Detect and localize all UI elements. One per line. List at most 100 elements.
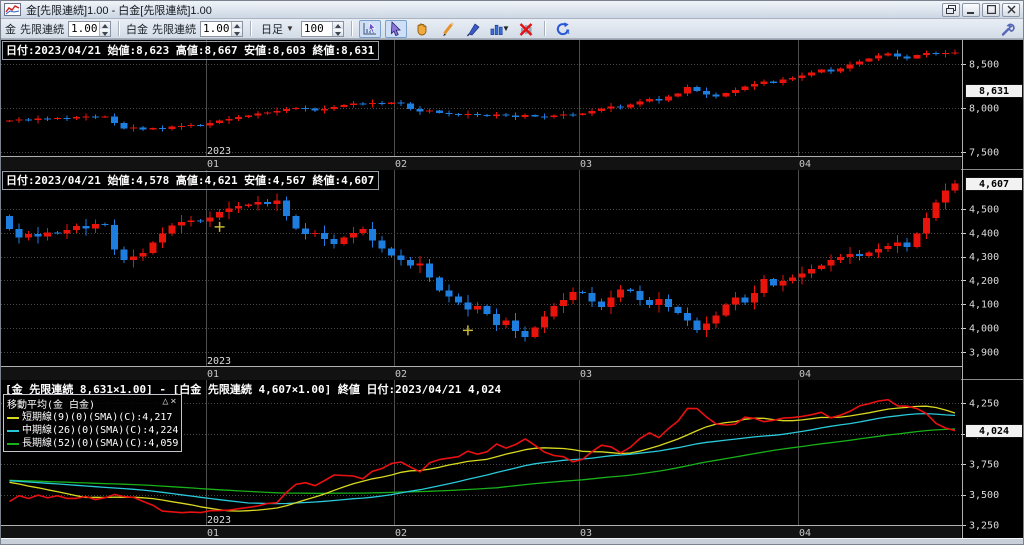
y-axis-tick-label: 8,500 [969,60,999,71]
stepper-up-icon[interactable] [333,22,343,29]
pencil-icon [440,21,456,37]
maximize-button[interactable] [982,3,1000,17]
hand-icon [414,21,430,37]
timeframe-label: 日足 [261,21,283,37]
minimize-button[interactable] [962,3,980,17]
month-label: 02 [395,159,407,170]
gold-last-price-badge: 8,631 [965,84,1023,98]
spread-last-value-badge: 4,024 [965,424,1023,438]
cascade-window-button[interactable] [942,3,960,17]
candles-group [6,49,958,131]
month-label: 02 [395,369,407,380]
cursor-arrow-icon [388,21,404,37]
stepper-up-icon[interactable] [232,22,242,29]
window-title: 金[先限連続]1.00 - 白金[先限連続]1.00 [26,2,942,18]
toolbar: 金 先限連続 白金 先限連続 日足 ▼ [1,19,1023,39]
y-axis-tick-label: 4,300 [969,252,999,263]
reload-chart-button[interactable]: R [552,20,574,38]
hand-pan-tool-button[interactable] [411,20,433,38]
chart-app-icon [4,3,22,16]
y-axis-tick-label: 4,500 [969,205,999,216]
y-axis-tick-label: 4,400 [969,228,999,239]
legend-close-icon[interactable]: × [170,396,178,407]
y-axis-tick-label: 3,750 [969,460,999,471]
mid-ma-color-swatch [7,430,19,432]
y-axis-tick-label: 3,500 [969,490,999,501]
app-window: 金[先限連続]1.00 - 白金[先限連続]1.00 金 先限連続 白金 先限連… [0,0,1024,545]
long-ma-color-swatch [7,443,19,445]
y-axis-tick-label: 4,000 [969,324,999,335]
pen-annotate-tool-button[interactable] [463,20,485,38]
svg-text:R: R [566,29,570,36]
y-axis-tick-label: 7,500 [969,148,999,159]
symbol1-name-label: 金 [5,21,16,37]
gold-ohlc-header: 日付:2023/04/21 始値:8,623 高値:8,667 安値:8,603… [2,41,379,60]
stepper-down-icon[interactable] [232,29,242,36]
chart-style-dropdown-button[interactable]: ▼ [489,20,511,38]
year-label: 2023 [207,515,231,526]
stepper-up-icon[interactable] [100,22,110,29]
refresh-icon: R [555,21,571,37]
year-label: 2023 [207,146,231,157]
y-axis-tick-label: 4,200 [969,276,999,287]
toolbar-separator [351,21,352,36]
timeframe-dropdown[interactable]: 日足 ▼ [258,20,297,38]
y-axis-tick-label: 4,100 [969,300,999,311]
stepper-down-icon[interactable] [333,29,343,36]
trade-marker-cross [215,222,225,232]
symbol2-multiplier-stepper[interactable] [200,21,243,37]
symbol1-series-label: 先限連続 [20,21,64,37]
stepper-down-icon[interactable] [100,29,110,36]
month-label: 01 [207,159,219,170]
symbol1-multiplier-input[interactable] [69,22,99,36]
chevron-down-icon: ▼ [502,24,510,33]
spread-chart-pane: 4,2504,0003,7503,5003,250010203042023 [金… [1,380,1024,539]
short-ma-color-swatch [7,417,19,419]
symbol1-multiplier-stepper[interactable] [68,21,111,37]
toolbar-separator [118,21,119,36]
legend-title: 移動平均(金 白金) [7,396,95,411]
settings-button[interactable] [997,20,1019,38]
wrench-icon [1000,21,1016,37]
delete-study-button[interactable] [515,20,537,38]
symbol2-series-label: 先限連続 [152,21,196,37]
gold-chart-pane: 8,500 8,000 7,500 01 02 03 04 2023 日付:2023/04/2… [1,40,1024,170]
month-label: 04 [799,369,811,380]
toolbar-separator [250,21,251,36]
moving-average-legend: 移動平均(金 白金) △× 短期線(9)(0)(SMA)(C):4,217 中期… [3,394,182,452]
legend-item-long-ma: 長期線(52)(0)(SMA)(C):4,059 [7,437,178,450]
month-label: 01 [207,369,219,380]
platinum-chart-pane: 4,500 4,400 4,300 4,200 4,100 4,000 3,900 01 02 0… [1,170,1024,380]
bar-count-input[interactable] [302,22,332,36]
titlebar: 金[先限連続]1.00 - 白金[先限連続]1.00 [1,1,1023,19]
month-axis-strip [1,156,961,170]
bar-count-stepper[interactable] [301,21,344,37]
bottom-scrollbar[interactable] [1,538,1024,545]
candles-group [6,180,958,341]
chart-cursor-tool-button[interactable] [359,20,381,38]
close-button[interactable] [1002,3,1020,17]
month-axis-strip [1,366,961,380]
legend-item-short-ma: 短期線(9)(0)(SMA)(C):4,217 [7,411,178,424]
trade-marker-cross [463,325,473,335]
select-arrow-tool-button[interactable] [385,20,407,38]
legend-item-mid-ma: 中期線(26)(0)(SMA)(C):4,224 [7,424,178,437]
y-axis-tick-label: 3,900 [969,347,999,358]
pencil-draw-tool-button[interactable] [437,20,459,38]
platinum-candlestick-plot[interactable]: 4,500 4,400 4,300 4,200 4,100 4,000 3,900 01 02 0… [1,170,1024,380]
toolbar-separator [544,21,545,36]
year-label: 2023 [207,356,231,367]
y-axis-tick-label: 8,000 [969,104,999,115]
y-axis-tick-label: 4,250 [969,399,999,410]
month-label: 03 [580,159,592,170]
platinum-ohlc-header: 日付:2023/04/21 始値:4,578 高値:4,621 安値:4,567… [2,171,379,190]
platinum-last-price-badge: 4,607 [965,177,1023,191]
symbol2-multiplier-input[interactable] [201,22,231,36]
fountain-pen-icon [466,21,482,37]
delete-chart-icon [518,21,534,37]
symbol2-name-label: 白金 [126,21,148,37]
chevron-down-icon: ▼ [286,24,294,33]
month-label: 04 [799,159,811,170]
chart-cursor-icon [362,21,378,37]
chart-area: 8,500 8,000 7,500 01 02 03 04 2023 日付:2023/04/2… [1,39,1024,538]
